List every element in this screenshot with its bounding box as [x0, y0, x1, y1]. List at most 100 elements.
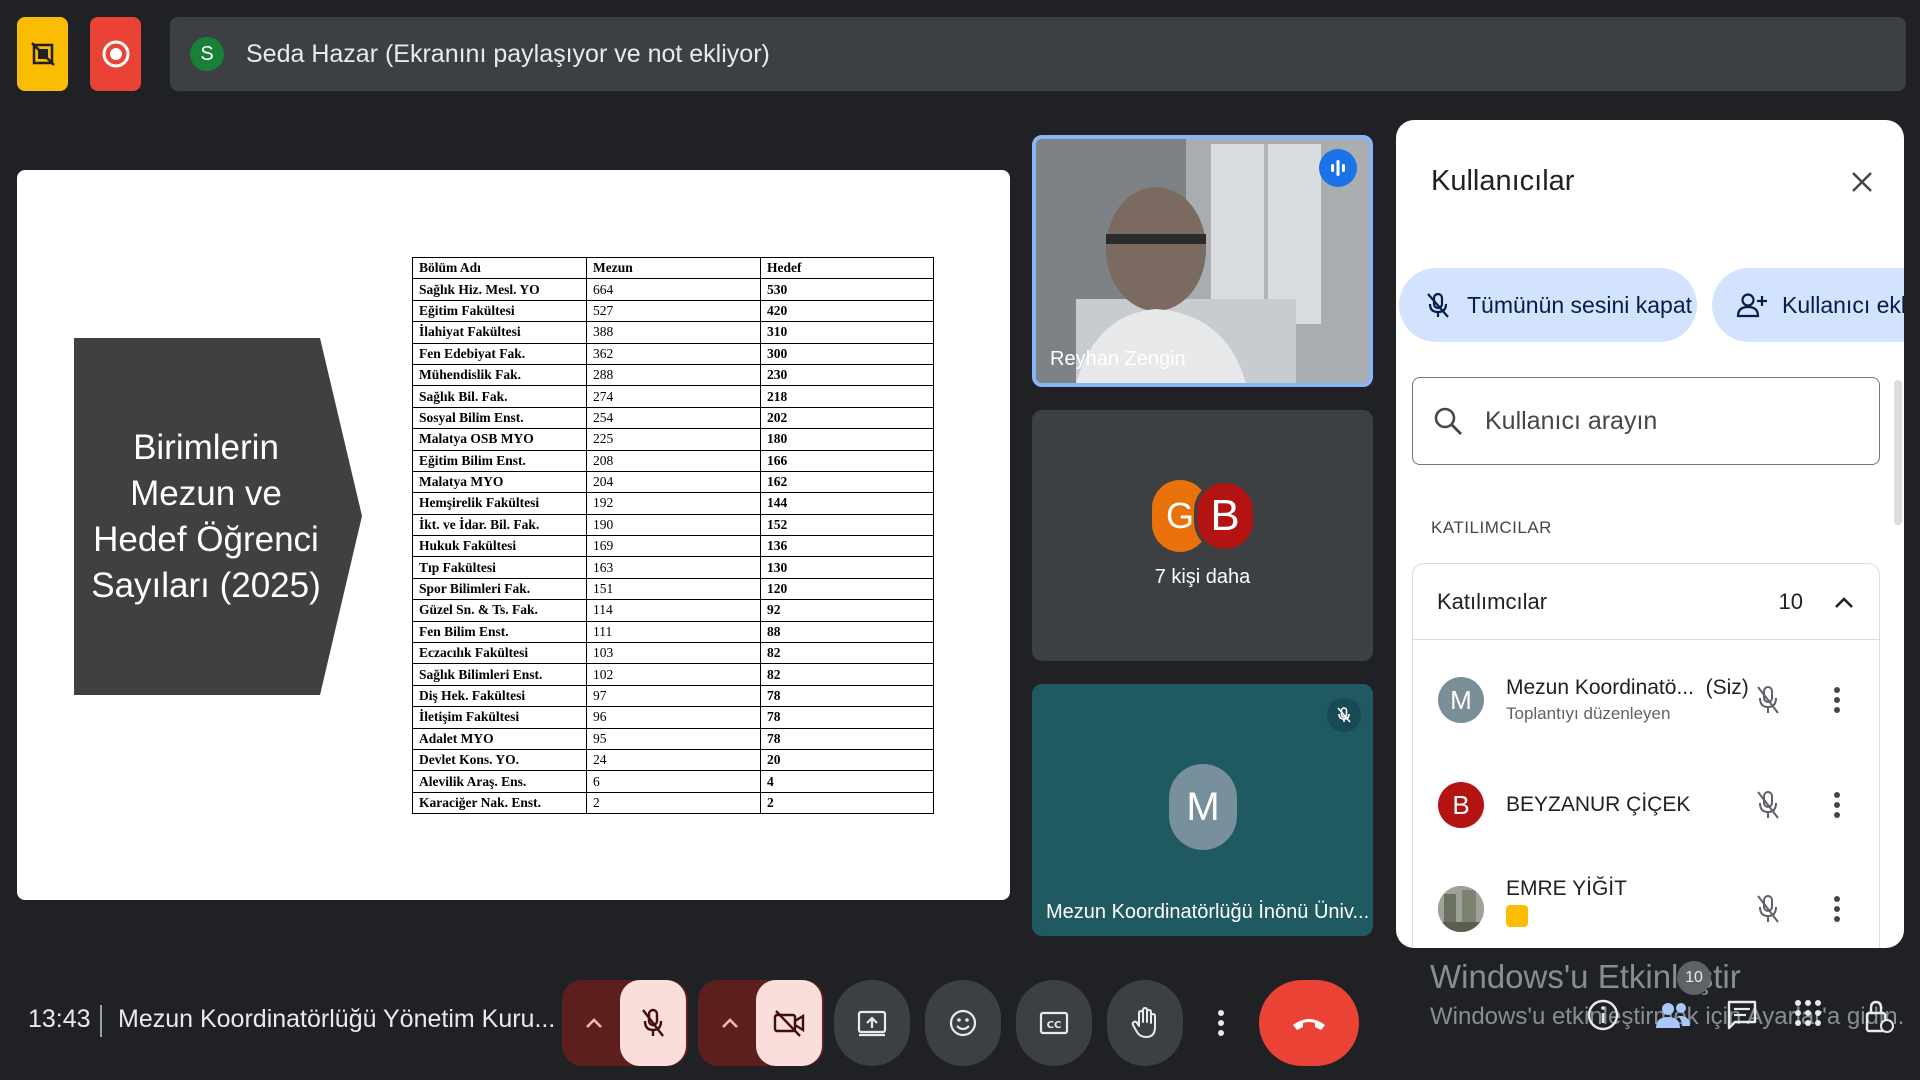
more-vert-icon — [1834, 896, 1840, 922]
avatar — [1438, 886, 1484, 932]
avatar: B — [1438, 782, 1484, 828]
table-cell: 388 — [586, 321, 761, 344]
table-cell: 202 — [760, 406, 934, 430]
table-cell: 114 — [586, 599, 761, 622]
table-cell: 78 — [760, 727, 934, 750]
table-cell: 527 — [586, 299, 761, 323]
table-cell: 88 — [760, 620, 934, 644]
present-screen-button[interactable] — [834, 980, 910, 1066]
table-cell: Hukuk Fakültesi — [412, 535, 587, 558]
more-vert-icon — [1834, 687, 1840, 713]
table-row: Spor Bilimleri Fak. 151 120 — [412, 577, 934, 601]
table-cell: 208 — [586, 449, 761, 472]
mic-off-icon — [1427, 292, 1449, 318]
table-cell: 166 — [760, 449, 934, 472]
add-user-button[interactable]: Kullanıcı ekle — [1712, 268, 1904, 342]
recording-icon[interactable] — [90, 17, 141, 91]
participant-tile-more[interactable]: G B 7 kişi daha — [1032, 410, 1373, 661]
table-row: İlahiyat Fakültesi 388 310 — [412, 321, 934, 344]
list-item[interactable]: EMRE YİĞİT — [1413, 864, 1881, 948]
hand-icon — [1131, 1007, 1156, 1038]
scrollbar[interactable] — [1894, 380, 1902, 525]
raise-hand-button[interactable] — [1107, 980, 1183, 1066]
table-cell: 152 — [760, 513, 934, 537]
clock: 13:43 — [28, 1005, 91, 1033]
info-icon[interactable] — [1586, 998, 1620, 1037]
table-row: Eczacılık Fakültesi 103 82 — [412, 642, 934, 665]
search-icon — [1434, 407, 1462, 435]
participant-tile-teal[interactable]: M Mezun Koordinatörlüğü İnönü Üniv... — [1032, 684, 1373, 936]
hang-up-icon — [1293, 1019, 1325, 1030]
table-cell: Sağlık Hiz. Mesl. YO — [412, 278, 587, 301]
table-header-row: Bölüm Adı Mezun Hedef — [412, 256, 934, 280]
people-panel: Kullanıcılar Tümünün sesini kapat Kullan… — [1396, 120, 1904, 948]
table-cell: 310 — [760, 321, 934, 344]
participants-group-header[interactable]: Katılımcılar 10 — [1413, 564, 1879, 640]
table-row: İkt. ve İdar. Bil. Fak. 190 152 — [412, 513, 934, 537]
table-row: Adalet MYO 95 78 — [412, 727, 934, 750]
table-row: Sağlık Hiz. Mesl. YO 664 530 — [412, 278, 934, 301]
search-input[interactable]: Kullanıcı arayın — [1412, 377, 1880, 465]
table-row: Hukuk Fakültesi 169 136 — [412, 535, 934, 558]
captions-icon: CC — [1039, 1011, 1069, 1035]
table-cell: Spor Bilimleri Fak. — [412, 577, 587, 601]
activities-icon[interactable] — [1793, 998, 1823, 1033]
table-cell: 254 — [586, 406, 761, 430]
table-cell: 180 — [760, 428, 934, 451]
table-cell: 92 — [760, 599, 934, 622]
avatar: B — [1194, 480, 1256, 552]
presenting-badge-icon — [1506, 905, 1528, 927]
microphone-toggle-button[interactable] — [620, 980, 686, 1066]
table-row: Sosyal Bilim Enst. 254 202 — [412, 406, 934, 430]
table-cell: Devlet Kons. YO. — [412, 748, 587, 772]
list-item[interactable]: M Mezun Koordinatö... (Siz) Toplantıyı d… — [1413, 655, 1881, 745]
mic-off-icon — [642, 1008, 664, 1037]
table-cell: 192 — [586, 492, 761, 515]
table-cell: 169 — [586, 535, 761, 558]
table-row: Fen Bilim Enst. 111 88 — [412, 620, 934, 644]
more-vert-icon — [1834, 792, 1840, 818]
participants-group: Katılımcılar 10 M Mezun Koordinatö... (S… — [1412, 563, 1880, 948]
camera-toggle-button[interactable] — [756, 980, 822, 1066]
table-cell: 190 — [586, 513, 761, 537]
table-cell: 103 — [586, 642, 761, 665]
table-cell: Eğitim Bilim Enst. — [412, 449, 587, 472]
table-cell: 2 — [586, 791, 761, 815]
people-icon[interactable] — [1654, 998, 1692, 1037]
table-cell: Güzel Sn. & Ts. Fak. — [412, 599, 587, 622]
section-label: KATILIMCILAR — [1431, 518, 1552, 537]
mic-off-icon — [1757, 895, 1779, 923]
table-row: Malatya MYO 204 162 — [412, 470, 934, 494]
table-cell: 144 — [760, 492, 934, 515]
more-options-button[interactable] — [1198, 980, 1244, 1066]
chevron-up-icon[interactable] — [704, 980, 756, 1066]
host-controls-lock-icon[interactable] — [1862, 998, 1896, 1041]
table-cell: 120 — [760, 577, 934, 601]
participant-tile-camera[interactable]: Reyhan Zengin — [1032, 135, 1373, 387]
participants-count-badge: 10 — [1677, 961, 1711, 995]
table-cell: 78 — [760, 706, 934, 729]
table-cell: Fen Edebiyat Fak. — [412, 342, 587, 365]
table-header-cell: Hedef — [760, 256, 934, 280]
avatar: M — [1438, 677, 1484, 723]
table-cell: 82 — [760, 642, 934, 665]
table-header-cell: Mezun — [586, 256, 761, 280]
no-slides-icon[interactable] — [17, 17, 68, 91]
table-cell: 111 — [586, 620, 761, 644]
table-row: Devlet Kons. YO. 24 20 — [412, 748, 934, 772]
chevron-up-icon[interactable] — [568, 980, 620, 1066]
list-item[interactable]: B BEYZANUR ÇİÇEK — [1413, 760, 1881, 850]
captions-button[interactable]: CC — [1016, 980, 1092, 1066]
emoji-button[interactable] — [925, 980, 1001, 1066]
table-cell: Eczacılık Fakültesi — [412, 642, 587, 665]
mic-off-icon — [1757, 791, 1779, 819]
table-cell: İletişim Fakültesi — [412, 706, 587, 729]
person-name: Mezun Koordinatö... — [1506, 676, 1694, 699]
mute-all-button[interactable]: Tümünün sesini kapat — [1399, 268, 1697, 342]
close-icon[interactable] — [1842, 162, 1882, 202]
leave-call-button[interactable] — [1259, 980, 1359, 1066]
chat-icon[interactable] — [1725, 998, 1759, 1037]
table-row: Malatya OSB MYO 225 180 — [412, 428, 934, 451]
table-cell: 82 — [760, 663, 934, 686]
table-cell: 102 — [586, 663, 761, 686]
